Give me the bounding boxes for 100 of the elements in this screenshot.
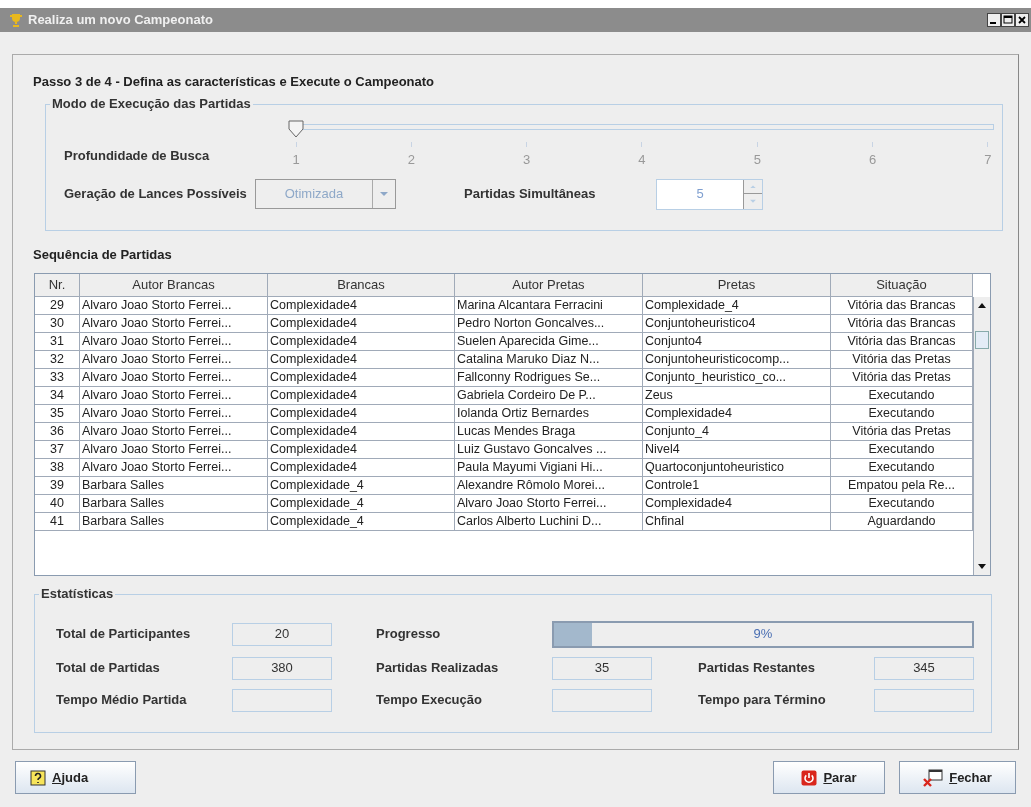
maximize-icon[interactable]	[1001, 13, 1015, 27]
tick-label: 7	[984, 151, 992, 169]
table-cell: 33	[35, 368, 80, 387]
stat-label: Partidas Restantes	[698, 659, 817, 678]
table-cell: Vitória das Brancas	[831, 296, 973, 315]
slider-thumb[interactable]	[288, 120, 304, 138]
table-cell: Conjunto4	[643, 332, 831, 351]
tick-label: 5	[753, 151, 761, 169]
table-cell: 38	[35, 458, 80, 477]
table-cell: Controle1	[643, 476, 831, 495]
field-label: Profundidade de Busca	[64, 147, 211, 165]
table-cell: 30	[35, 314, 80, 333]
table-cell: Conjunto_4	[643, 422, 831, 441]
table-cell: Conjuntoheuristico4	[643, 314, 831, 333]
scrollbar[interactable]	[973, 296, 990, 575]
stat-field: 345	[874, 656, 974, 680]
table-cell: Carlos Alberto Luchini D...	[455, 512, 643, 531]
table-cell: Alvaro Joao Storto Ferrei...	[80, 458, 268, 477]
table-cell: Alvaro Joao Storto Ferrei...	[80, 350, 268, 369]
trophy-icon	[10, 13, 22, 27]
column-header[interactable]: Situação	[831, 273, 973, 297]
table-cell: Lucas Mendes Braga	[455, 422, 643, 441]
help-icon	[30, 769, 46, 786]
help-button[interactable]: Ajuda	[15, 761, 136, 794]
table-cell: Iolanda Ortiz Bernardes	[455, 404, 643, 423]
tick-label: 2	[407, 151, 415, 169]
table-cell: Chfinal	[643, 512, 831, 531]
table-cell: Complexidade4	[268, 386, 455, 405]
scroll-thumb[interactable]	[975, 330, 989, 349]
column-header[interactable]: Nr.	[35, 273, 80, 297]
table-cell: Alvaro Joao Storto Ferrei...	[80, 314, 268, 333]
table-cell: Barbara Salles	[80, 476, 268, 495]
section-title: Sequência de Partidas	[33, 246, 173, 264]
column-header[interactable]: Brancas	[268, 273, 455, 297]
stat-label: Tempo Execução	[376, 691, 483, 710]
window-title: Realiza um novo Campeonato	[28, 11, 214, 30]
step-title: Passo 3 de 4 - Defina as características e Execute o Campeonato	[33, 73, 435, 91]
table-cell: Complexidade4	[643, 404, 831, 423]
table-cell: Quartoconjuntoheuristico	[643, 458, 831, 477]
caret-icon	[380, 192, 388, 196]
table-cell: Complexidade4	[268, 440, 455, 459]
table-cell: Complexidade4	[268, 422, 455, 441]
table-cell: Alvaro Joao Storto Ferrei...	[455, 494, 643, 513]
depth-slider[interactable]	[288, 120, 994, 140]
table-cell: 31	[35, 332, 80, 351]
stat-field: 380	[232, 656, 332, 680]
table-cell: Complexidade4	[268, 404, 455, 423]
table-cell: Catalina Maruko Diaz N...	[455, 350, 643, 369]
close-button[interactable]: Fechar	[899, 761, 1016, 794]
power-icon	[801, 769, 818, 786]
table-cell: Nivel4	[643, 440, 831, 459]
table-cell: Paula Mayumi Vigiani Hi...	[455, 458, 643, 477]
table-cell: Complexidade_4	[268, 494, 455, 513]
tick-label: 1	[292, 151, 300, 169]
table-cell: Conjunto_heuristico_co...	[643, 368, 831, 387]
table-cell: Alvaro Joao Storto Ferrei...	[80, 422, 268, 441]
stat-label: Partidas Realizadas	[376, 659, 500, 678]
table-cell: Suelen Aparecida Gime...	[455, 332, 643, 351]
table-cell: Complexidade4	[268, 368, 455, 387]
column-header[interactable]: Pretas	[643, 273, 831, 297]
progress-reading: 9%	[752, 625, 774, 644]
table-cell: Alvaro Joao Storto Ferrei...	[80, 332, 268, 351]
table-cell: 40	[35, 494, 80, 513]
table-cell: 37	[35, 440, 80, 459]
stat-label: Tempo para Término	[698, 691, 827, 710]
table-cell: Alvaro Joao Storto Ferrei...	[80, 386, 268, 405]
table-cell: Barbara Salles	[80, 494, 268, 513]
stop-button[interactable]: Parar	[773, 761, 885, 794]
minimize-icon[interactable]	[987, 13, 1001, 27]
table-cell: Zeus	[643, 386, 831, 405]
table-cell: 35	[35, 404, 80, 423]
table-cell: Fallconny Rodrigues Se...	[455, 368, 643, 387]
table-cell: 29	[35, 296, 80, 315]
table-cell: Complexidade_4	[643, 296, 831, 315]
field-label: Partidas Simultâneas	[464, 185, 597, 204]
spin-up-icon[interactable]	[744, 179, 762, 194]
table-cell: Alvaro Joao Storto Ferrei...	[80, 296, 268, 315]
tick-label: 4	[638, 151, 646, 169]
table-cell: Alvaro Joao Storto Ferrei...	[80, 368, 268, 387]
column-header[interactable]: Autor Brancas	[80, 273, 268, 297]
table-cell: Pedro Norton Goncalves...	[455, 314, 643, 333]
window-close-icon	[923, 768, 944, 787]
stat-label: Tempo Médio Partida	[56, 691, 188, 710]
table-cell: Complexidade4	[268, 314, 455, 333]
table-cell: Complexidade4	[268, 350, 455, 369]
column-header[interactable]: Autor Pretas	[455, 273, 643, 297]
field-label: Geração de Lances Possíveis	[64, 185, 248, 204]
tick-label: 3	[523, 151, 531, 169]
table-cell: Barbara Salles	[80, 512, 268, 531]
table-cell: Complexidade4	[268, 332, 455, 351]
table-cell: Complexidade_4	[268, 512, 455, 531]
stat-label: Total de Partidas	[56, 659, 161, 678]
close-icon[interactable]	[1015, 13, 1029, 27]
stat-field: 35	[552, 656, 652, 680]
table-cell: Complexidade_4	[268, 476, 455, 495]
table-cell: 32	[35, 350, 80, 369]
stat-label: Progresso	[376, 625, 442, 644]
table-cell: 34	[35, 386, 80, 405]
table-cell: 39	[35, 476, 80, 495]
table-cell: Conjuntoheuristicocomp...	[643, 350, 831, 369]
